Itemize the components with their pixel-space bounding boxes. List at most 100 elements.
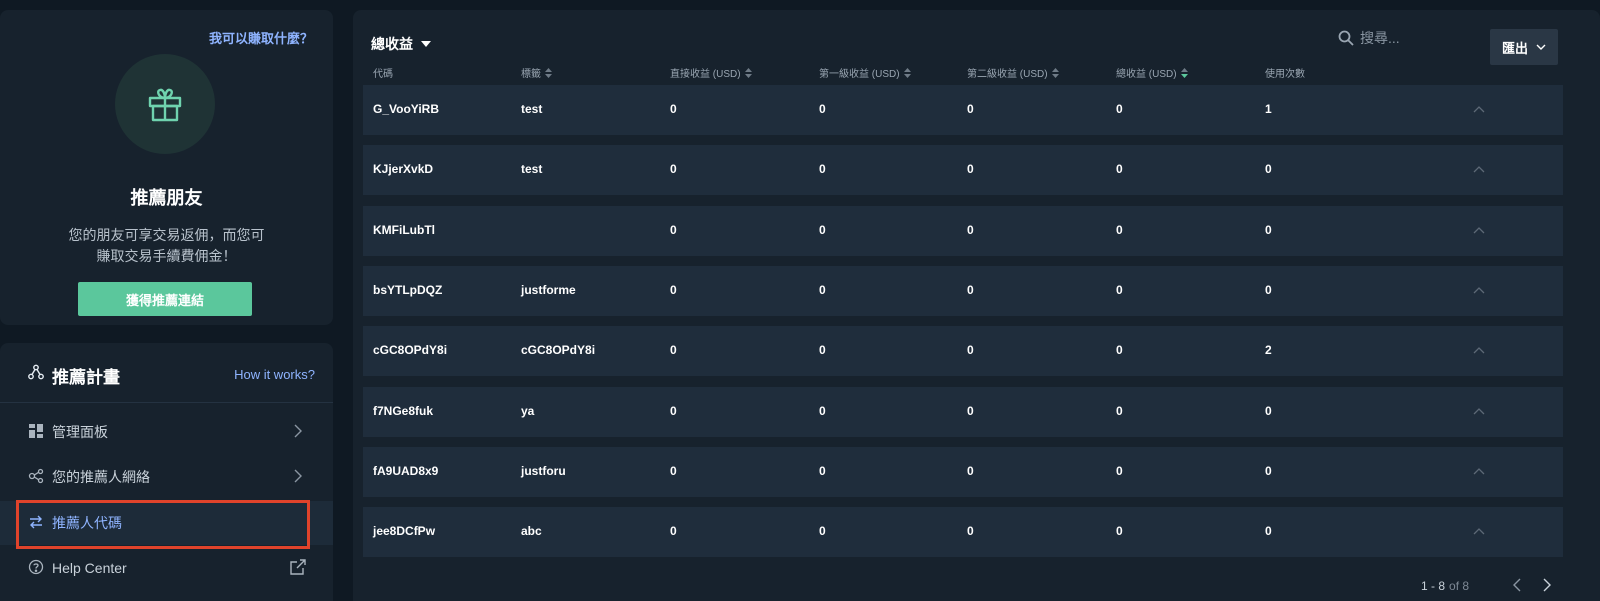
chevron-up-icon[interactable] — [1473, 527, 1485, 535]
table-cell: justforu — [521, 463, 566, 478]
table-cell: 0 — [1116, 524, 1123, 539]
table-cell: 0 — [967, 463, 974, 478]
table-cell: 0 — [1265, 463, 1272, 478]
table-cell: 2 — [1265, 343, 1272, 358]
table-cell: cGC8OPdY8i — [521, 343, 596, 358]
column-header-label[interactable]: 標籤 — [521, 65, 552, 80]
export-button[interactable]: 匯出 — [1490, 29, 1558, 65]
table-cell: 0 — [670, 463, 677, 478]
table-row[interactable]: KJjerXvkD test 0 0 0 0 0 — [363, 145, 1563, 196]
table-row[interactable]: fA9UAD8x9 justforu 0 0 0 0 0 — [363, 446, 1563, 497]
column-header-tier2[interactable]: 第二級收益 (USD) — [967, 65, 1059, 80]
table-cell: 0 — [819, 524, 826, 539]
how-it-works-link[interactable]: How it works? — [234, 367, 315, 382]
nav-title: 推薦計畫 — [52, 368, 120, 387]
chevron-up-icon[interactable] — [1473, 346, 1485, 354]
earnings-filter-dropdown[interactable]: 總收益 — [371, 34, 431, 54]
table-cell: 0 — [670, 162, 677, 177]
export-label: 匯出 — [1501, 40, 1528, 56]
chevron-up-icon[interactable] — [1473, 226, 1485, 234]
table-cell: 0 — [819, 403, 826, 418]
column-header-tier1[interactable]: 第一級收益 (USD) — [819, 65, 911, 80]
table-row[interactable]: cGC8OPdY8i cGC8OPdY8i 0 0 0 0 2 — [363, 326, 1563, 377]
table-cell: 0 — [1265, 162, 1272, 177]
referral-codes-panel: 總收益 匯出 代碼 標籤 直接收益 (USD) 第一級收益 (USD) 第二級收… — [353, 10, 1600, 601]
promo-description: 您的朋友可享交易返佣，而您可 賺取交易手續費佣金！ — [0, 225, 333, 267]
chevron-up-icon[interactable] — [1473, 286, 1485, 294]
table-cell: justforme — [521, 282, 576, 297]
sort-icon — [1051, 67, 1059, 78]
next-page-icon[interactable] — [1541, 578, 1553, 592]
table-cell: 0 — [967, 282, 974, 297]
external-link-icon — [290, 559, 306, 575]
table-row[interactable]: jee8DCfPw abc 0 0 0 0 0 — [363, 507, 1563, 558]
table-cell: G_VooYiRB — [373, 102, 440, 116]
sidebar-item-network[interactable]: 您的推薦人網絡 — [0, 455, 333, 499]
sort-icon — [545, 67, 552, 78]
chevron-up-icon[interactable] — [1473, 467, 1485, 475]
chevron-down-icon — [1536, 44, 1546, 50]
pagination-info: 1 - 8 of 8 — [1421, 579, 1469, 593]
table-row[interactable]: f7NGe8fuk ya 0 0 0 0 0 — [363, 386, 1563, 437]
table-cell: 0 — [967, 222, 974, 237]
table-cell: 0 — [670, 524, 677, 539]
table-cell: 0 — [819, 463, 826, 478]
table-cell: 0 — [1116, 403, 1123, 418]
get-referral-link-button[interactable]: 獲得推薦連結 — [78, 282, 252, 316]
sidebar-item-help-center[interactable]: Help Center — [0, 546, 333, 590]
table-cell: 0 — [967, 102, 974, 116]
sidebar-item-dashboard[interactable]: 管理面板 — [0, 410, 333, 454]
table-row[interactable]: bsYTLpDQZ justforme 0 0 0 0 0 — [363, 265, 1563, 316]
sidebar-item-label: Help Center — [52, 560, 127, 576]
referral-program-icon — [28, 364, 44, 380]
column-header-direct[interactable]: 直接收益 (USD) — [670, 65, 752, 80]
search-icon — [1338, 30, 1354, 46]
table-cell: 0 — [670, 403, 677, 418]
table-cell: 0 — [819, 162, 826, 177]
chevron-up-icon[interactable] — [1473, 165, 1485, 173]
promo-desc-line-2: 賺取交易手續費佣金！ — [96, 248, 237, 264]
sort-icon — [903, 67, 911, 78]
table-cell: KJjerXvkD — [373, 162, 434, 177]
chevron-right-icon — [294, 424, 302, 438]
table-cell: 0 — [1116, 102, 1123, 116]
table-cell: 0 — [967, 343, 974, 358]
pager-total: of 8 — [1449, 579, 1470, 593]
chevron-right-icon — [294, 469, 302, 483]
table-cell: 0 — [967, 403, 974, 418]
search-box[interactable] — [1338, 30, 1470, 46]
chevron-up-icon[interactable] — [1473, 407, 1485, 415]
table-cell: 0 — [819, 102, 826, 116]
table-cell: 0 — [1116, 162, 1123, 177]
prev-page-icon[interactable] — [1511, 578, 1523, 592]
table-row[interactable]: G_VooYiRB test 0 0 0 0 1 — [363, 85, 1563, 135]
table-cell: 0 — [819, 282, 826, 297]
column-header-code: 代碼 — [373, 69, 393, 80]
filter-label: 總收益 — [371, 36, 413, 52]
table-cell: 0 — [967, 524, 974, 539]
sidebar-item-label: 您的推薦人網絡 — [52, 469, 150, 485]
column-header-uses: 使用次數 — [1265, 69, 1305, 80]
chevron-up-icon[interactable] — [1473, 105, 1485, 113]
network-icon — [28, 468, 44, 484]
referral-program-nav: 推薦計畫 How it works? 管理面板 您的推薦人網絡 推薦人代碼 He… — [0, 343, 333, 601]
table-cell: 0 — [670, 222, 677, 237]
caret-down-icon — [421, 41, 431, 47]
dashboard-icon — [29, 424, 43, 438]
sort-icon — [744, 67, 752, 78]
table-row[interactable]: KMFiLubTl 0 0 0 0 0 — [363, 205, 1563, 256]
table-cell: test — [521, 162, 543, 177]
table-cell: 0 — [1116, 463, 1123, 478]
highlight-referral-codes — [16, 500, 310, 549]
table-cell: KMFiLubTl — [373, 222, 435, 237]
sidebar-item-label: 管理面板 — [52, 424, 108, 440]
search-input[interactable] — [1360, 30, 1470, 46]
column-header-total[interactable]: 總收益 (USD) — [1116, 65, 1188, 80]
table-cell: 0 — [1116, 282, 1123, 297]
table-header: 代碼 標籤 直接收益 (USD) 第一級收益 (USD) 第二級收益 (USD)… — [363, 65, 1563, 85]
what-can-i-earn-link[interactable]: 我可以賺取什麼？ — [209, 28, 313, 47]
referral-promo-card: 我可以賺取什麼？ 推薦朋友 您的朋友可享交易返佣，而您可 賺取交易手續費佣金！ … — [0, 10, 333, 325]
pager-range: 1 - 8 — [1421, 579, 1446, 593]
promo-desc-line-1: 您的朋友可享交易返佣，而您可 — [68, 227, 265, 243]
table-cell: bsYTLpDQZ — [373, 282, 443, 297]
